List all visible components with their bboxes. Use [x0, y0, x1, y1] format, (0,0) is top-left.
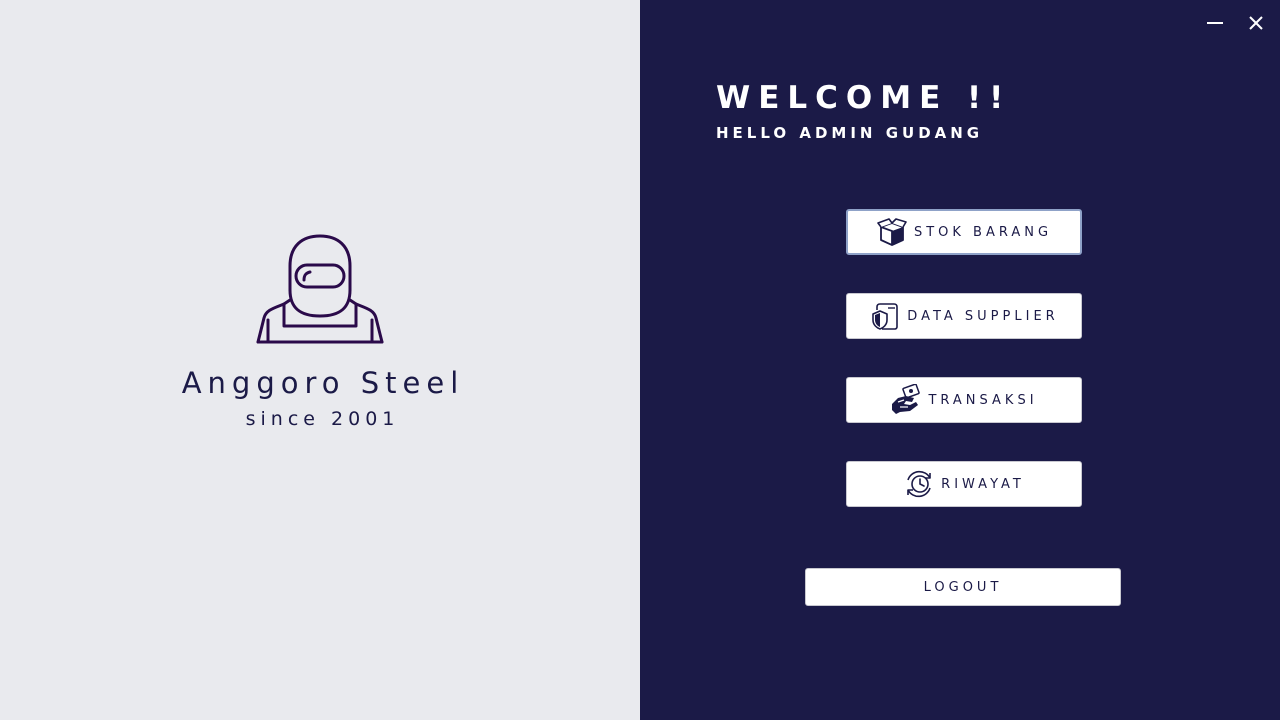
- welcome-title: WELCOME !!: [716, 80, 1012, 116]
- brand-name: Anggoro Steel: [181, 366, 465, 400]
- minimize-icon: [1207, 22, 1223, 24]
- data-supplier-button[interactable]: DATA SUPPLIER: [846, 293, 1082, 339]
- greeting-subtitle: HELLO ADMIN GUDANG: [716, 124, 984, 142]
- logout-button[interactable]: LOGOUT: [805, 568, 1121, 606]
- close-icon: [1249, 16, 1263, 30]
- transaksi-button[interactable]: TRANSAKSI: [846, 377, 1082, 423]
- stok-barang-label: STOK BARANG: [913, 224, 1053, 240]
- data-supplier-label: DATA SUPPLIER: [907, 308, 1059, 324]
- stok-barang-button[interactable]: STOK BARANG: [846, 209, 1082, 255]
- brand-panel: Anggoro Steel since 2001: [0, 0, 640, 720]
- riwayat-label: RIWAYAT: [941, 476, 1025, 492]
- history-clock-icon: [903, 468, 935, 500]
- close-button[interactable]: [1243, 10, 1269, 36]
- app-window: Anggoro Steel since 2001 WELCOME !! HELL…: [0, 0, 1280, 720]
- worker-icon: [256, 234, 384, 344]
- handshake-money-icon: [890, 384, 922, 416]
- riwayat-button[interactable]: RIWAYAT: [846, 461, 1082, 507]
- brand-since: since 2001: [245, 408, 400, 430]
- box-icon: [876, 216, 908, 248]
- minimize-button[interactable]: [1202, 10, 1228, 36]
- shield-document-icon: [869, 300, 901, 332]
- transaksi-label: TRANSAKSI: [928, 392, 1038, 408]
- logout-label: LOGOUT: [923, 579, 1003, 595]
